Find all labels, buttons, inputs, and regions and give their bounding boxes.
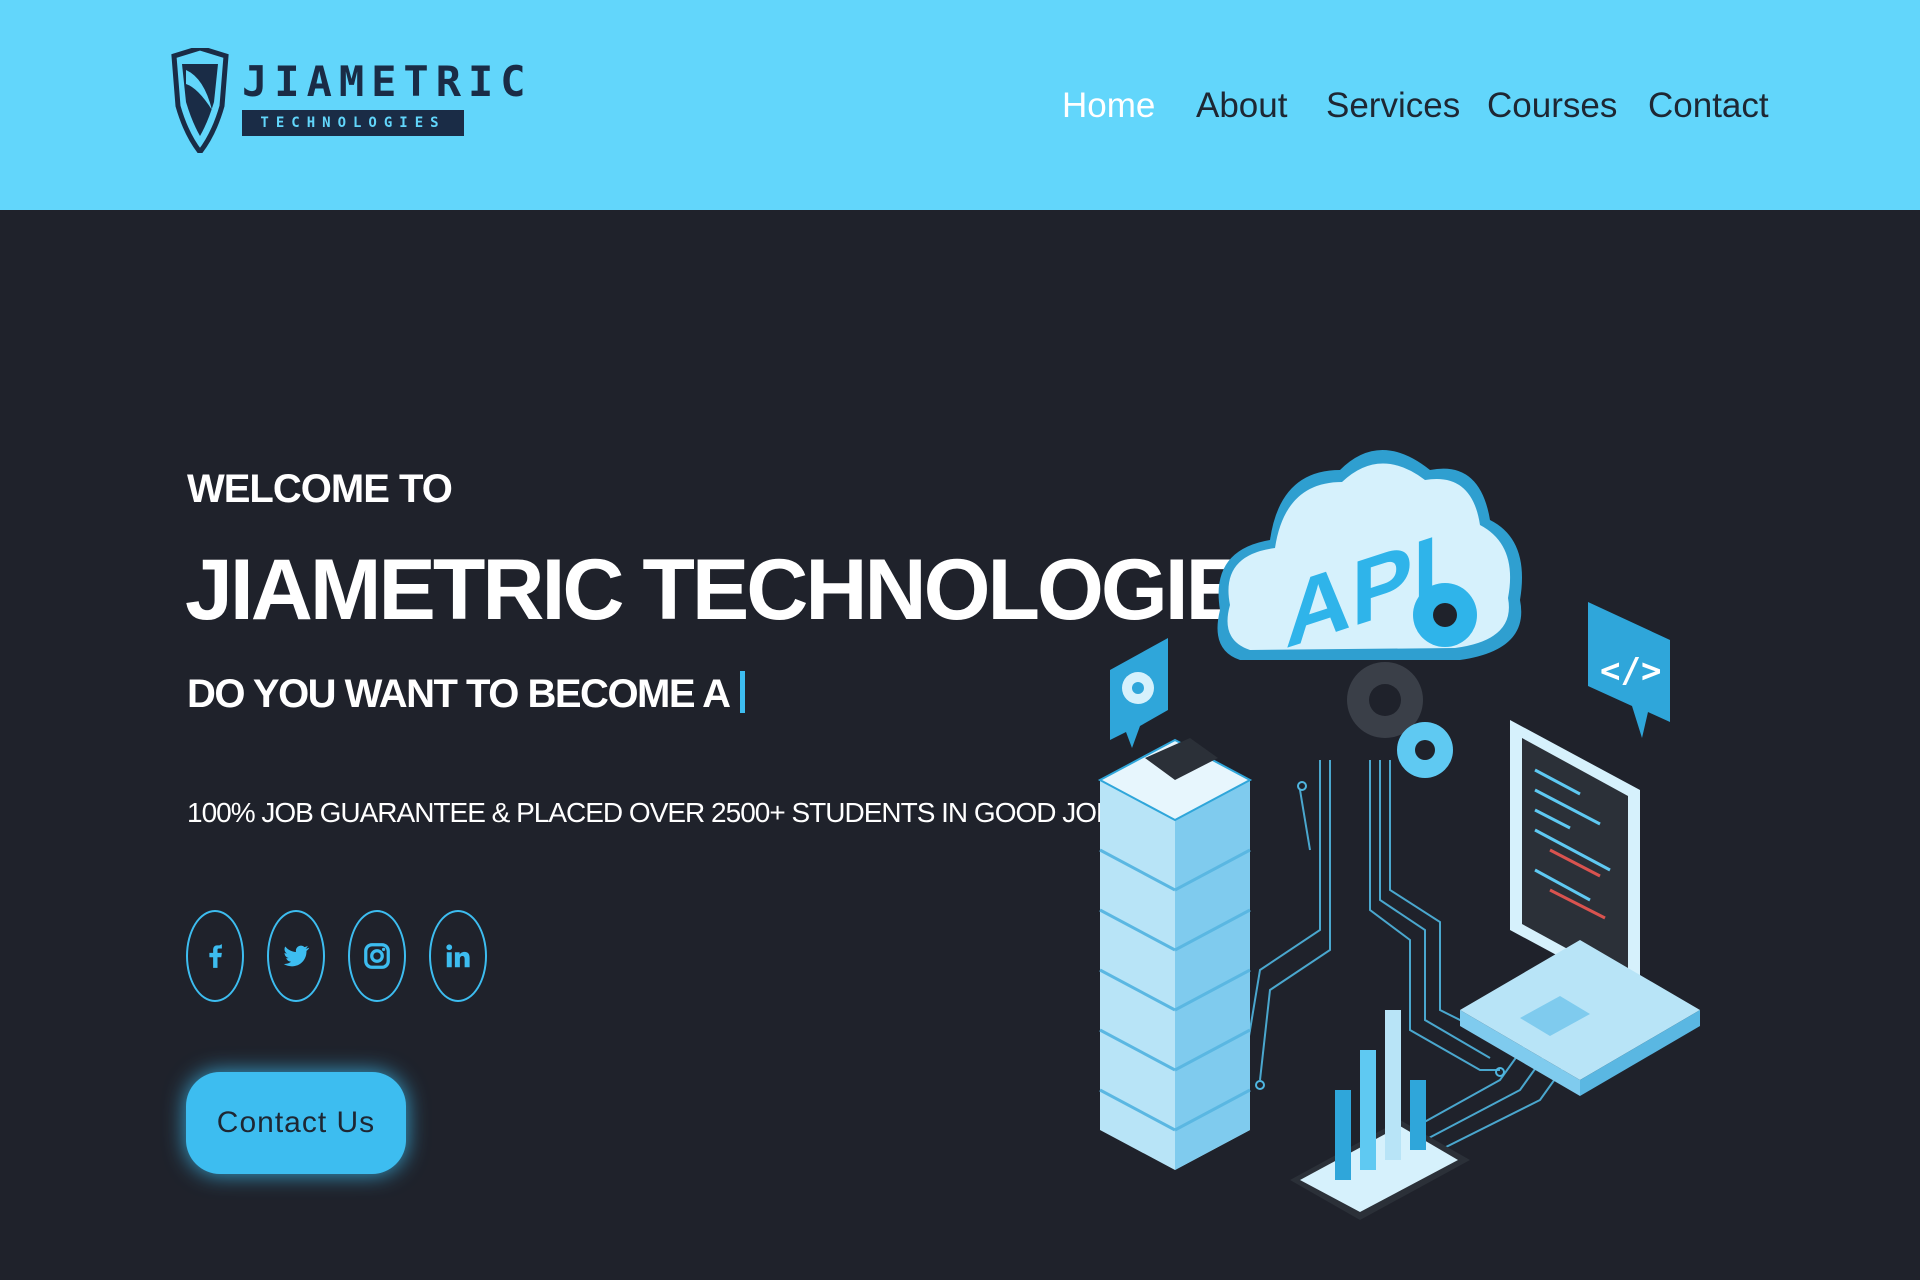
hero-question: DO YOU WANT TO BECOME A: [187, 670, 745, 718]
shield-logo-icon: [171, 48, 229, 153]
nav-courses[interactable]: Courses: [1487, 84, 1617, 128]
linkedin-link[interactable]: [429, 910, 487, 1002]
contact-us-button[interactable]: Contact Us: [186, 1072, 406, 1174]
hero-welcome: WELCOME TO: [187, 467, 453, 511]
settings-bubble-icon: [1110, 638, 1168, 748]
nav-services[interactable]: Services: [1326, 84, 1460, 128]
brand-logo[interactable]: JIAMETRIC TECHNOLOGIES: [170, 48, 526, 158]
hero-question-text: DO YOU WANT TO BECOME A: [187, 672, 731, 716]
nav-about[interactable]: About: [1196, 84, 1287, 128]
brand-name: JIAMETRIC: [242, 57, 533, 106]
api-cloud-illustration: API </>: [1097, 450, 1700, 1220]
instagram-link[interactable]: [348, 910, 406, 1002]
linkedin-icon: [446, 944, 470, 968]
hero-tagline: 100% JOB GUARANTEE & PLACED OVER 2500+ S…: [187, 797, 1115, 828]
hero-section: WELCOME TO JIAMETRIC TECHNOLOGIES DO YOU…: [0, 210, 1920, 1280]
typing-cursor: [739, 671, 745, 713]
facebook-icon: [209, 944, 222, 968]
server-stack-icon: [1097, 738, 1253, 1170]
twitter-icon: [283, 945, 310, 967]
svg-text:</>: </>: [1600, 651, 1661, 691]
site-header: JIAMETRIC TECHNOLOGIES Home About Servic…: [0, 0, 1920, 210]
nav-home[interactable]: Home: [1062, 84, 1155, 128]
phone-chart-icon: [1290, 1010, 1470, 1220]
laptop-icon: [1460, 720, 1700, 1096]
code-bubble-icon: </>: [1588, 602, 1670, 738]
twitter-link[interactable]: [267, 910, 325, 1002]
instagram-icon: [364, 943, 390, 969]
api-cloud-icon: API: [1217, 450, 1522, 669]
facebook-link[interactable]: [186, 910, 244, 1002]
nav-contact[interactable]: Contact: [1648, 84, 1769, 128]
brand-tagline: TECHNOLOGIES: [242, 110, 464, 136]
